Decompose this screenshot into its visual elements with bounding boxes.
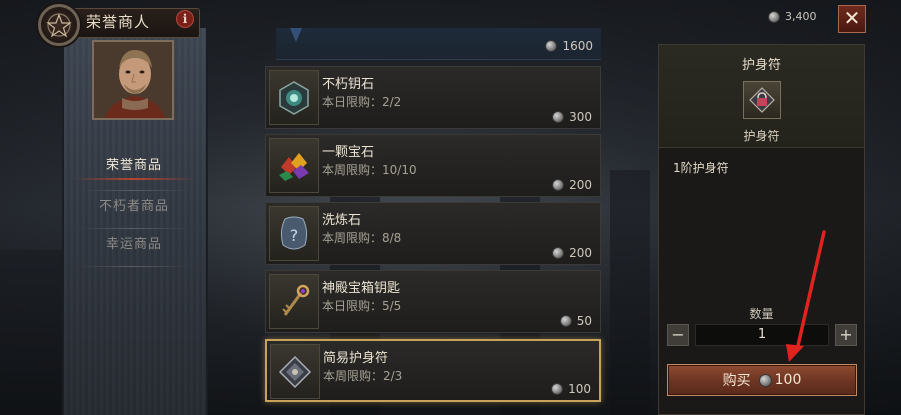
svg-text:?: ? <box>290 226 299 245</box>
currency-balance: 3,400 <box>768 10 817 23</box>
item-limit: 本周限购：8/8 <box>322 231 402 245</box>
item-limit: 本日限购：5/5 <box>322 299 402 313</box>
close-button[interactable]: ✕ <box>838 5 866 33</box>
buy-button[interactable]: 购买 100 <box>667 364 857 396</box>
gem-icon <box>269 138 319 193</box>
item-price: 200 <box>552 178 592 192</box>
item-price: 50 <box>559 314 592 328</box>
temple-chest-key-icon <box>269 274 319 329</box>
list-item[interactable]: 不朽钥石 本日限购：2/2 300 <box>265 66 601 129</box>
merchant-portrait <box>92 40 174 120</box>
list-item-partial[interactable]: 1600 <box>276 28 601 60</box>
quantity-label: 数量 <box>749 307 774 321</box>
minus-button[interactable]: − <box>667 324 689 346</box>
plus-button[interactable]: + <box>835 324 857 346</box>
list-item[interactable]: ? 洗炼石 本周限购：8/8 200 <box>265 202 601 265</box>
detail-icon-label: 护身符 <box>743 129 780 143</box>
page-title: 荣誉商人 <box>86 13 151 31</box>
item-name: 洗炼石 <box>322 213 362 228</box>
active-tab-indicator <box>74 178 194 180</box>
item-detail-panel: 护身符 护身符 1阶护身符 数量 − 1 + 购买 100 <box>658 44 865 415</box>
silver-coin-icon <box>559 315 572 327</box>
info-icon[interactable]: i <box>176 10 194 28</box>
detail-title: 护身符 <box>741 58 781 73</box>
item-price: 100 <box>551 382 591 396</box>
item-name: 神殿宝箱钥匙 <box>322 281 401 296</box>
item-name: 简易护身符 <box>323 351 389 366</box>
list-item-selected[interactable]: 简易护身符 本周限购：2/3 100 <box>265 339 601 402</box>
charm-icon <box>743 81 781 119</box>
partial-item-icon <box>290 28 302 42</box>
silver-coin-icon <box>551 383 564 395</box>
silver-coin-icon <box>552 111 565 123</box>
quantity-field[interactable]: 1 <box>695 324 829 346</box>
item-limit: 本周限购：2/3 <box>323 369 403 383</box>
list-item[interactable]: 一颗宝石 本周限购：10/10 200 <box>265 134 601 197</box>
silver-coin-icon <box>758 373 772 387</box>
detail-description: 1阶护身符 <box>673 161 729 175</box>
item-price: 1600 <box>545 39 593 53</box>
quantity-stepper: − 1 + <box>667 324 857 348</box>
item-limit: 本日限购：2/2 <box>322 95 402 109</box>
pentagram-emblem-icon <box>38 4 80 46</box>
list-item[interactable]: 神殿宝箱钥匙 本日限购：5/5 50 <box>265 270 601 333</box>
silver-coin-icon <box>768 10 780 23</box>
item-limit: 本周限购：10/10 <box>322 163 417 177</box>
sidebar-item-immortal-goods[interactable]: 不朽者商品 <box>74 193 194 221</box>
sidebar-item-honor-goods[interactable]: 荣誉商品 <box>74 152 194 180</box>
buy-price: 100 <box>758 372 801 388</box>
divider <box>80 228 188 229</box>
sidebar-item-lucky-goods[interactable]: 幸运商品 <box>74 231 194 259</box>
silver-coin-icon <box>545 40 558 52</box>
buy-button-label: 购买 <box>722 373 751 389</box>
detail-header: 护身符 护身符 <box>659 45 864 148</box>
item-name: 不朽钥石 <box>322 77 375 92</box>
item-price: 200 <box>552 246 592 260</box>
simple-charm-icon <box>270 344 320 399</box>
item-price: 300 <box>552 110 592 124</box>
silver-coin-icon <box>552 247 565 259</box>
item-name: 一颗宝石 <box>322 145 375 160</box>
reforge-stone-icon: ? <box>269 206 319 261</box>
divider <box>80 190 188 191</box>
immortal-keystone-icon <box>269 70 319 125</box>
silver-coin-icon <box>552 179 565 191</box>
divider <box>80 266 188 267</box>
